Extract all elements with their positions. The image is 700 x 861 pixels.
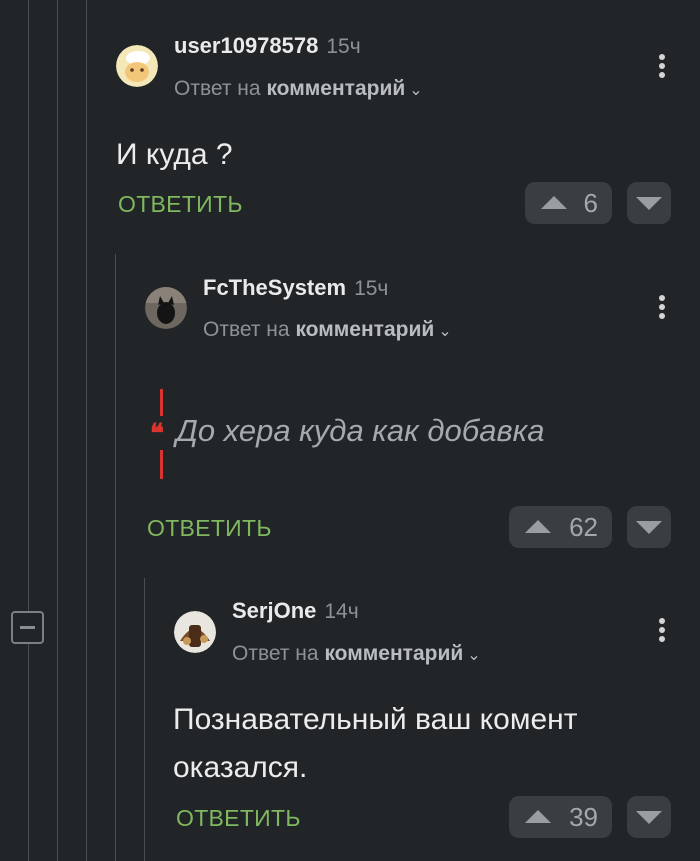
timestamp: 15ч (354, 277, 389, 300)
thread-line (144, 578, 145, 861)
thread-line (57, 0, 58, 861)
more-vertical-icon[interactable] (658, 618, 666, 645)
quote-text: До хера куда как добавка (176, 413, 545, 448)
reply-button[interactable]: ОТВЕТИТЬ (118, 191, 243, 218)
reply-to-link[interactable]: Ответ на комментарий ⌄ (174, 77, 423, 101)
avatar[interactable] (145, 287, 187, 329)
rating-count: 6 (583, 188, 598, 218)
upvote-icon (525, 520, 551, 533)
author-name[interactable]: FcTheSystem 15ч (203, 275, 388, 301)
avatar[interactable] (174, 611, 216, 653)
chevron-down-icon[interactable]: ⌄ (409, 82, 422, 99)
reply-button[interactable]: ОТВЕТИТЬ (176, 805, 301, 832)
chevron-down-icon[interactable]: ⌄ (438, 323, 451, 340)
chevron-down-icon[interactable]: ⌄ (467, 647, 480, 664)
rating-count: 39 (569, 802, 598, 832)
quote-bar (160, 389, 163, 416)
rating-count: 62 (569, 512, 598, 542)
comment-text: Познавательный ваш комент оказался. (173, 696, 577, 792)
downvote-icon (636, 811, 662, 824)
more-vertical-icon[interactable] (658, 295, 666, 322)
timestamp: 14ч (324, 600, 359, 623)
quote-bar (160, 450, 163, 479)
downvote-button[interactable] (627, 182, 671, 224)
comment-text: И куда ? (116, 138, 233, 171)
upvote-button[interactable]: 62 (509, 506, 612, 548)
avatar[interactable] (116, 45, 158, 87)
thread-line (28, 0, 29, 861)
upvote-icon (525, 810, 551, 823)
downvote-button[interactable] (627, 796, 671, 838)
comment-text-line: оказался. (173, 751, 308, 784)
reply-button[interactable]: ОТВЕТИТЬ (147, 515, 272, 542)
downvote-icon (636, 197, 662, 210)
upvote-button[interactable]: 6 (525, 182, 612, 224)
downvote-icon (636, 521, 662, 534)
reply-to-link[interactable]: Ответ на комментарий ⌄ (232, 642, 481, 666)
thread-line (115, 254, 116, 861)
author-name[interactable]: SerjOne 14ч (232, 598, 359, 624)
quote-icon: ❝ (150, 418, 164, 448)
more-vertical-icon[interactable] (658, 54, 666, 81)
upvote-icon (541, 196, 567, 209)
upvote-button[interactable]: 39 (509, 796, 612, 838)
thread-line (86, 0, 87, 861)
author-name[interactable]: user10978578 15ч (174, 33, 361, 59)
downvote-button[interactable] (627, 506, 671, 548)
comment-text-line: Познавательный ваш комент (173, 703, 578, 736)
reply-to-link[interactable]: Ответ на комментарий ⌄ (203, 318, 452, 342)
collapse-thread-icon[interactable] (11, 611, 44, 644)
timestamp: 15ч (326, 35, 361, 58)
